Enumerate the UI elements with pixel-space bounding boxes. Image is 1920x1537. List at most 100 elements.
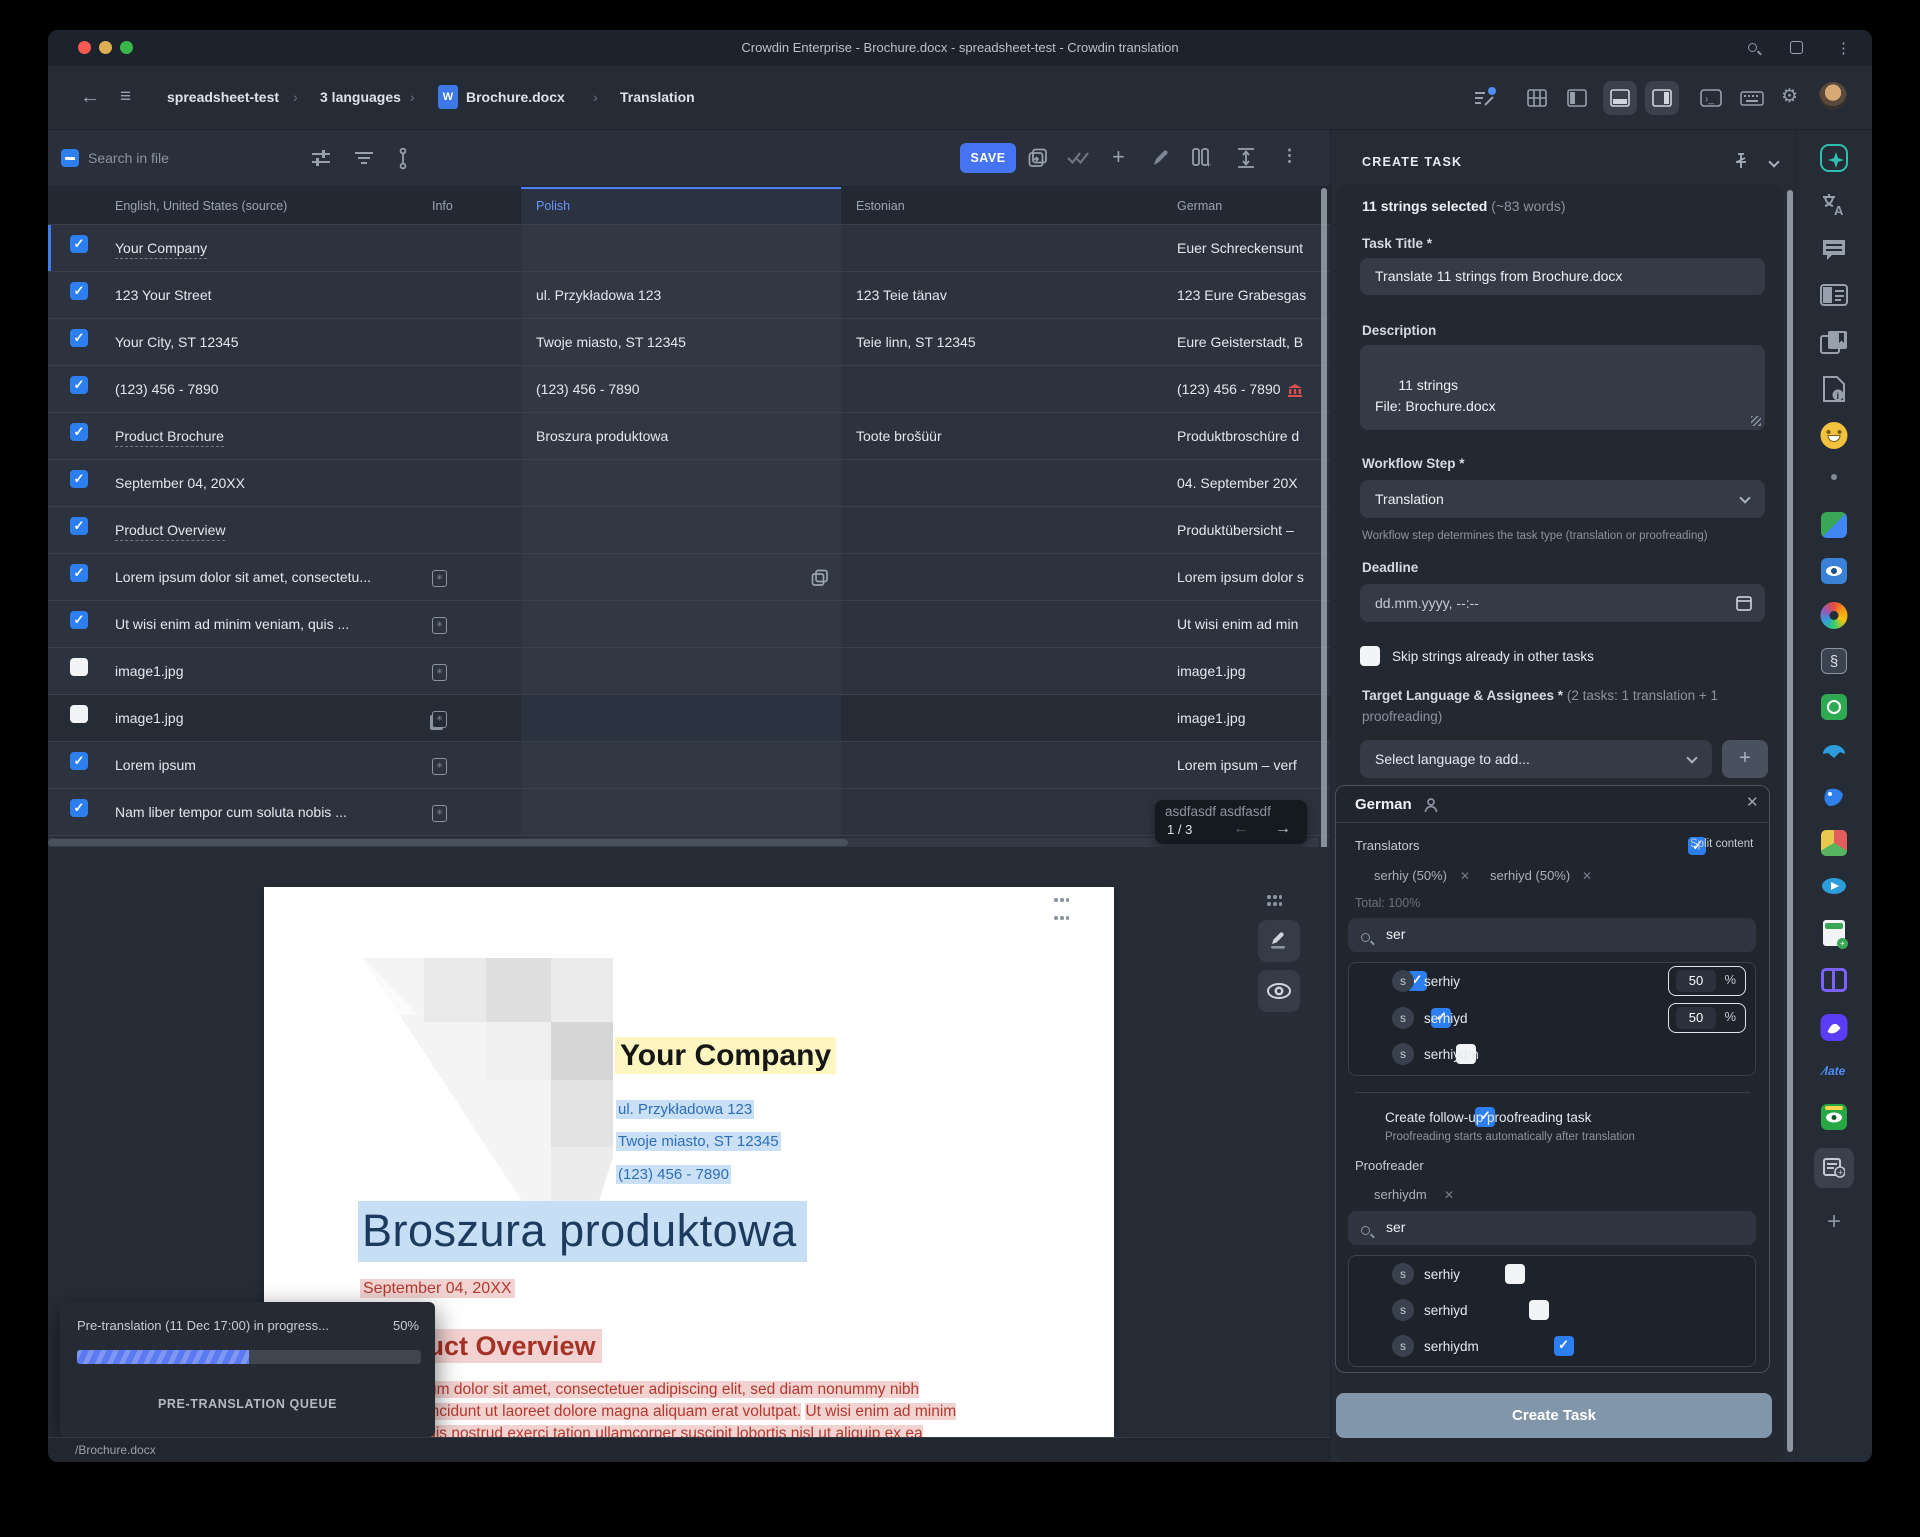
row-checkbox[interactable] — [70, 235, 88, 253]
description-textarea[interactable]: 11 stringsFile: Brochure.docx — [1360, 345, 1765, 430]
preview-eye-button[interactable] — [1258, 970, 1300, 1012]
panel-bottom-toggle[interactable] — [1603, 81, 1637, 115]
column-header-estonian[interactable]: Estonian — [841, 187, 1162, 224]
edit-icon[interactable] — [1151, 148, 1171, 173]
column-header-german[interactable]: German — [1162, 187, 1320, 224]
row-checkbox[interactable] — [70, 705, 88, 723]
keyboard-icon[interactable] — [1740, 91, 1764, 111]
next-match-icon[interactable]: → — [1275, 820, 1291, 838]
drag-handle-icon[interactable] — [1053, 890, 1071, 926]
row-checkbox[interactable] — [70, 423, 88, 441]
add-column-icon[interactable]: + — [1191, 147, 1213, 174]
row-checkbox[interactable] — [70, 282, 88, 300]
menu-icon[interactable]: ≡ — [120, 86, 131, 108]
table-horizontal-scrollbar[interactable] — [48, 838, 1318, 847]
context-icon[interactable] — [432, 664, 447, 681]
section-badge-icon[interactable]: § — [1821, 648, 1847, 674]
purple-columns-icon[interactable] — [1821, 968, 1847, 992]
preview-address-line2[interactable]: Twoje miasto, ST 12345 — [616, 1133, 781, 1150]
share-input[interactable]: 50% — [1668, 1003, 1746, 1033]
workflow-step-select[interactable]: Translation — [1360, 480, 1765, 518]
column-header-source[interactable]: English, United States (source) — [100, 187, 417, 224]
comments-icon[interactable] — [1821, 238, 1847, 267]
table-row[interactable]: Lorem ipsum Lorem ipsum – verf — [48, 742, 1330, 789]
row-checkbox[interactable] — [70, 470, 88, 488]
purple-app-icon[interactable] — [1821, 1014, 1848, 1041]
filter-icon[interactable] — [354, 149, 374, 172]
more-options-icon[interactable]: ⋮ — [1281, 146, 1298, 166]
user-avatar[interactable] — [1819, 82, 1847, 110]
person-icon[interactable] — [1424, 798, 1438, 818]
preview-edit-button[interactable] — [1258, 920, 1300, 962]
row-checkbox[interactable] — [70, 611, 88, 629]
table-row[interactable]: Your City, ST 12345 Twoje miasto, ST 123… — [48, 319, 1330, 366]
back-icon[interactable]: ← — [80, 86, 100, 109]
table-row[interactable]: September 04, 20XX 04. September 20X — [48, 460, 1330, 507]
table-row[interactable]: Your Company Euer Schreckensunt — [48, 225, 1330, 272]
remove-tag-icon[interactable]: ✕ — [1444, 1188, 1454, 1202]
add-tool-icon[interactable]: + — [1827, 1208, 1841, 1236]
row-checkbox[interactable] — [70, 376, 88, 394]
column-header-info[interactable]: Info — [417, 187, 521, 224]
column-header-polish[interactable]: Polish — [521, 187, 841, 224]
notes-plus-icon[interactable]: + — [1814, 1148, 1854, 1188]
terminal-icon[interactable]: ›_ — [1700, 89, 1722, 112]
table-row[interactable]: Lorem ipsum dolor sit amet, consectetu..… — [48, 554, 1330, 601]
row-checkbox[interactable] — [70, 799, 88, 817]
table-row[interactable]: 123 Your Street ul. Przykładowa 123 123 … — [48, 272, 1330, 319]
late-logo[interactable]: ∕late — [1823, 1064, 1846, 1078]
context-icon[interactable] — [432, 570, 447, 587]
panel-left-icon[interactable] — [1567, 89, 1587, 112]
row-checkbox[interactable] — [70, 564, 88, 582]
add-string-icon[interactable]: + — [1112, 144, 1125, 170]
compose-notes-icon[interactable] — [1473, 87, 1497, 114]
preview-drag-handle-icon[interactable] — [1266, 893, 1286, 907]
task-title-input[interactable]: Translate 11 strings from Brochure.docx — [1360, 258, 1765, 295]
row-checkbox[interactable] — [70, 752, 88, 770]
preview-address-line1[interactable]: ul. Przykładowa 123 — [616, 1101, 754, 1118]
language-select[interactable]: Select language to add... — [1360, 740, 1712, 778]
grid-view-icon[interactable] — [1527, 89, 1547, 112]
display-settings-icon[interactable] — [310, 148, 332, 173]
save-button[interactable]: SAVE — [960, 143, 1016, 173]
preview-eye-app-icon[interactable] — [1821, 558, 1847, 584]
row-checkbox[interactable] — [70, 517, 88, 535]
prev-match-icon[interactable]: ← — [1233, 820, 1249, 838]
proofreader-checkbox[interactable] — [1529, 1300, 1549, 1320]
approve-all-icon[interactable] — [1066, 151, 1090, 170]
proofreader-checkbox[interactable] — [1554, 1336, 1574, 1356]
table-row[interactable]: Product Brochure Broszura produktowa Too… — [48, 413, 1330, 460]
calendar-icon[interactable] — [1736, 595, 1752, 616]
context-icon[interactable] — [432, 805, 447, 822]
select-all-checkbox[interactable] — [61, 149, 79, 167]
browser-search-icon[interactable] — [1748, 39, 1757, 55]
add-language-button[interactable]: + — [1722, 740, 1768, 778]
table-row[interactable]: Ut wisi enim ad minim veniam, quis ... U… — [48, 601, 1330, 648]
doc-check-app-icon[interactable]: + — [1823, 920, 1845, 946]
remove-tag-icon[interactable]: ✕ — [1460, 869, 1470, 883]
creature-app-icon[interactable] — [1821, 786, 1847, 812]
preview-paragraph[interactable]: Lorem ipsum dolor sit amet, consectetuer… — [360, 1379, 1030, 1437]
breadcrumb-file[interactable]: Brochure.docx — [466, 89, 565, 105]
context-icon[interactable] — [432, 758, 447, 775]
panel-scrollbar[interactable] — [1787, 190, 1793, 1452]
pages-bookmark-icon[interactable] — [1820, 330, 1848, 359]
machine-translation-icon[interactable]: A — [1821, 192, 1847, 221]
copy-source-icon[interactable] — [811, 569, 829, 587]
color-wheel-icon[interactable] — [1821, 602, 1848, 629]
table-row[interactable]: (123) 456 - 7890 (123) 456 - 7890 (123) … — [48, 366, 1330, 413]
panel-right-toggle[interactable] — [1645, 81, 1679, 115]
file-info-icon[interactable]: i — [1822, 376, 1846, 407]
ai-assistant-icon[interactable] — [1820, 144, 1848, 177]
table-vertical-scrollbar[interactable] — [1321, 188, 1327, 878]
row-checkbox[interactable] — [70, 658, 88, 676]
deadline-input[interactable]: dd.mm.yyyy, --:-- — [1360, 584, 1765, 622]
browser-menu-icon[interactable]: ⋮ — [1836, 39, 1851, 57]
breadcrumb-project[interactable]: spreadsheet-test — [167, 89, 279, 105]
emoji-icon[interactable] — [1821, 422, 1848, 449]
sort-options-icon[interactable] — [397, 147, 409, 176]
breadcrumb-mode[interactable]: Translation — [620, 89, 695, 105]
settings-gear-icon[interactable]: ⚙ — [1781, 85, 1798, 108]
media-eye-app-icon[interactable] — [1821, 876, 1847, 902]
remove-tag-icon[interactable]: ✕ — [1582, 869, 1592, 883]
